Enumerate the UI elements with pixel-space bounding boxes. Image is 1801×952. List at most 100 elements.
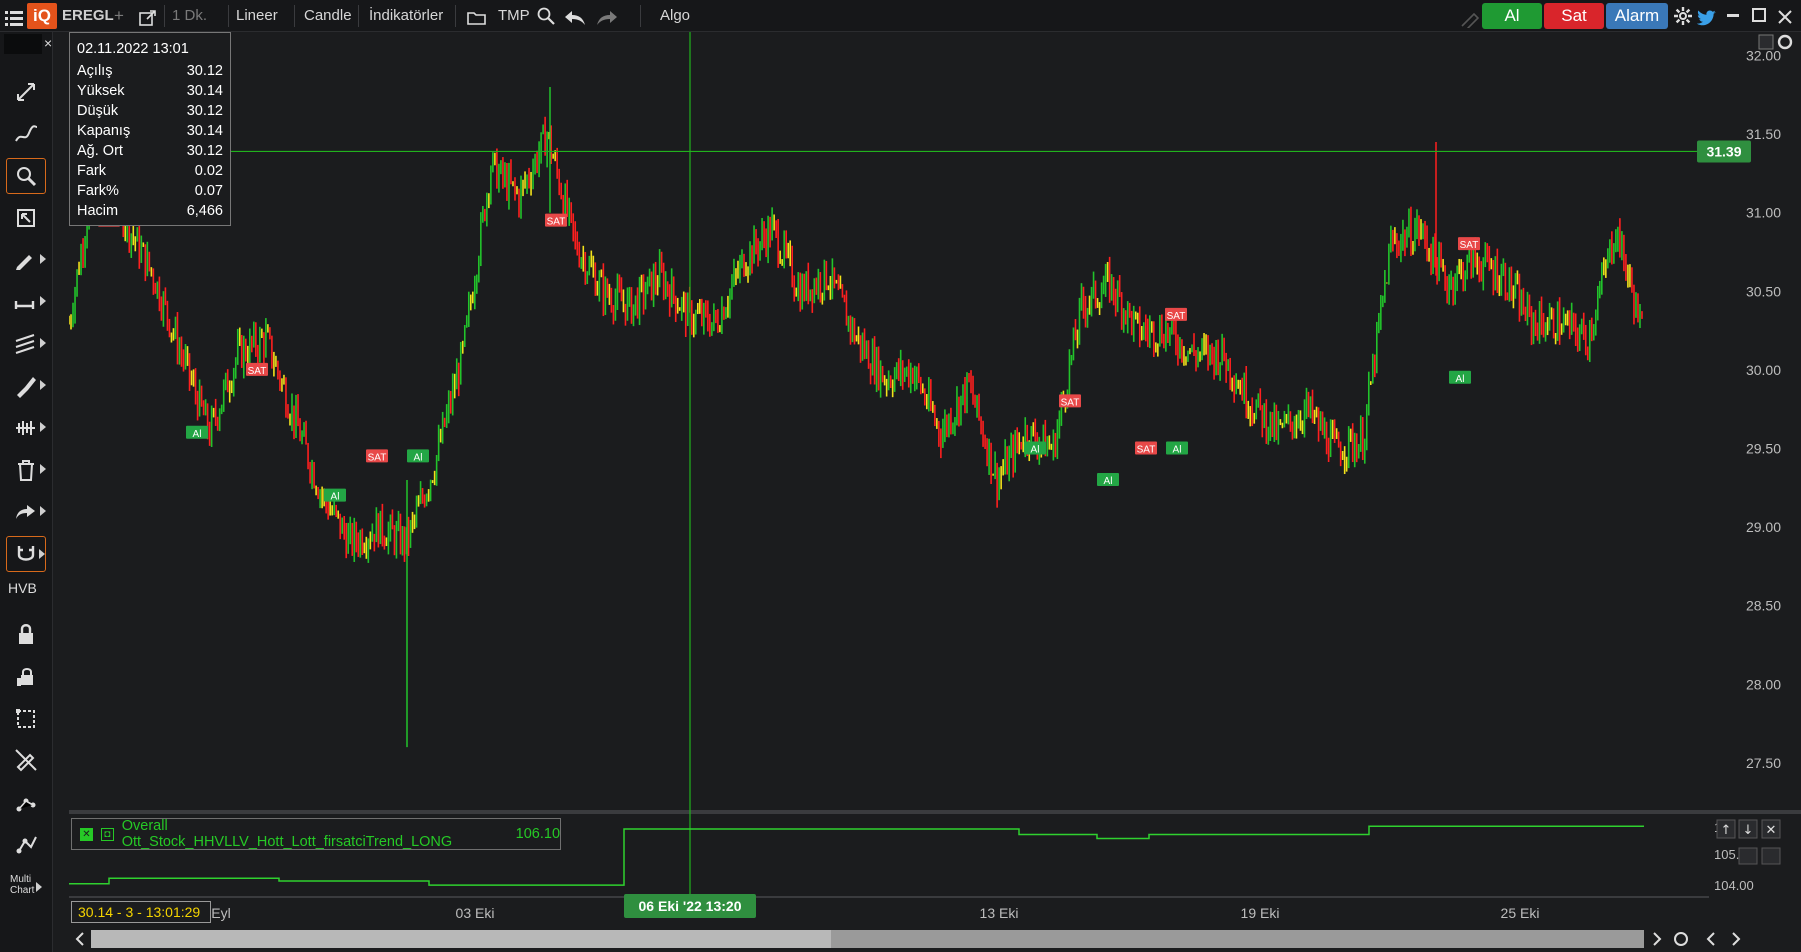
- indicator-axis-label: 104.00: [1714, 878, 1754, 893]
- hide-drawings-icon[interactable]: [6, 742, 46, 778]
- price-axis-label: 32.00: [1746, 48, 1781, 64]
- price-axis-label: 31.00: [1746, 205, 1781, 221]
- ohlc-info-panel: 02.11.2022 13:01 Açılış 30.12 Yüksek 30.14 D…: [69, 32, 231, 226]
- toolbar-search-box[interactable]: [4, 34, 42, 54]
- price-axis-label: 27.50: [1746, 755, 1781, 771]
- panel-button-glyph: ↑: [1721, 823, 1732, 838]
- indicator-settings-icon[interactable]: ◘: [100, 827, 114, 841]
- info-row: Kapanış 30.14: [77, 121, 223, 141]
- external-link-icon[interactable]: [139, 7, 157, 26]
- price-axis-label: 31.50: [1746, 126, 1781, 142]
- scale-select[interactable]: Lineer: [236, 0, 278, 32]
- signal-text: SAT: [1061, 397, 1080, 408]
- price-axis-label: 28.50: [1746, 598, 1781, 614]
- panel-window-icon: [1761, 847, 1781, 865]
- close-window-icon[interactable]: [1776, 6, 1794, 24]
- info-row-label: Fark: [77, 163, 106, 179]
- info-row-value: 6,466: [186, 203, 223, 219]
- folder-icon[interactable]: [467, 7, 487, 25]
- sell-signal-label: SAT: [1458, 237, 1480, 251]
- timeframe-select[interactable]: 1 Dk.: [172, 0, 207, 32]
- redo-icon[interactable]: [595, 7, 619, 25]
- arrow-down-icon[interactable]: ↓: [1738, 819, 1758, 839]
- symbol-label[interactable]: EREGL: [62, 0, 114, 32]
- info-row: Düşük 30.12: [77, 101, 223, 121]
- crosshair-price-label: 31.39: [1706, 143, 1741, 159]
- settings-gear-icon[interactable]: [1673, 6, 1693, 26]
- multi-chart-button[interactable]: Multi Chart: [10, 874, 34, 896]
- info-row-value: 30.14: [186, 83, 223, 99]
- sell-button[interactable]: Sat: [1544, 3, 1604, 29]
- indicator-remove-icon[interactable]: ✕: [80, 827, 93, 841]
- trash-icon[interactable]: [6, 452, 46, 488]
- zoom-icon[interactable]: [536, 6, 556, 26]
- price-axis-label: 30.00: [1746, 362, 1781, 378]
- info-row: Ağ. Ort 30.12: [77, 141, 223, 161]
- magnet-icon[interactable]: [6, 536, 46, 572]
- share-icon[interactable]: [6, 494, 46, 530]
- resize-icon[interactable]: [6, 200, 46, 236]
- close-toolbar-button[interactable]: ×: [44, 32, 54, 54]
- price-axis-label: 30.50: [1746, 283, 1781, 299]
- channel-icon[interactable]: [6, 326, 46, 362]
- pattern-tool-icon[interactable]: [6, 826, 46, 862]
- indicator-name: Overall Ott_Stock_HHVLLV_Hott_Lott_firsa…: [121, 818, 453, 850]
- buy-signal-label: Al: [1166, 441, 1188, 456]
- signal-text: Al: [1173, 445, 1182, 456]
- time-axis-label: Eyl: [211, 905, 230, 921]
- horizontal-line-icon[interactable]: [6, 284, 46, 320]
- lock-drawings-icon[interactable]: [6, 658, 46, 694]
- undo-icon[interactable]: [563, 7, 587, 25]
- twitter-icon[interactable]: [1696, 7, 1717, 26]
- trend-line-icon[interactable]: [6, 116, 46, 152]
- multi-chart-label-1: Multi: [10, 874, 32, 885]
- panel-layout-icon: [1738, 847, 1758, 865]
- zoom-tool-icon[interactable]: [6, 158, 46, 194]
- info-row: Fark 0.02: [77, 161, 223, 181]
- pen-tool-icon[interactable]: [6, 242, 46, 278]
- sell-signal-label: SAT: [246, 362, 268, 377]
- add-symbol-button[interactable]: +: [114, 0, 124, 32]
- price-axis-label: 28.00: [1746, 676, 1781, 692]
- signal-text: Al: [1456, 374, 1465, 385]
- indicators-button[interactable]: İndikatörler: [369, 0, 443, 32]
- maximize-icon[interactable]: [1752, 8, 1766, 22]
- cursor-readout: 30.14 - 3 - 13:01:29: [71, 901, 211, 923]
- lock-icon[interactable]: [6, 616, 46, 652]
- signal-text: SAT: [1137, 445, 1156, 456]
- measure-icon[interactable]: [6, 410, 46, 446]
- draw-icon[interactable]: [1460, 8, 1480, 31]
- signal-text: SAT: [368, 452, 387, 463]
- signal-text: SAT: [547, 217, 566, 228]
- price-chart[interactable]: 32.00 31.50 31.00 30.50 30.00 29.50 29.00 28.50…: [69, 32, 1801, 952]
- select-area-icon[interactable]: [6, 700, 46, 736]
- close-panel-icon[interactable]: ✕: [1761, 819, 1781, 839]
- alarm-button[interactable]: Alarm: [1606, 3, 1668, 29]
- info-row: Hacim 6,466: [77, 201, 223, 221]
- signal-text: Al: [331, 492, 340, 503]
- indicator-legend[interactable]: ✕ ◘ Overall Ott_Stock_HHVLLV_Hott_Lott_f…: [71, 818, 561, 850]
- path-tool-icon[interactable]: [6, 784, 46, 820]
- signal-text: Al: [193, 429, 202, 440]
- sell-signal-label: SAT: [366, 449, 388, 463]
- menu-icon[interactable]: [5, 7, 23, 26]
- buy-button[interactable]: Al: [1482, 3, 1542, 29]
- chart-type-select[interactable]: Candle: [304, 0, 352, 32]
- info-row-label: Kapanış: [77, 123, 131, 139]
- time-axis-label: 13 Eki: [980, 905, 1019, 921]
- time-axis-label: 03 Eki: [456, 905, 495, 921]
- arrow-up-icon[interactable]: ↑: [1716, 819, 1736, 839]
- template-button[interactable]: TMP: [498, 0, 530, 32]
- crosshair-date-label: 06 Eki '22 13:20: [639, 898, 742, 914]
- price-axis-label: 29.00: [1746, 519, 1781, 535]
- fullscreen-icon[interactable]: [6, 74, 46, 110]
- multi-chart-label-2: Chart: [10, 885, 35, 896]
- panel-divider: [69, 810, 1801, 814]
- brush-icon[interactable]: [6, 368, 46, 404]
- hvb-label[interactable]: HVB: [8, 580, 37, 596]
- buy-signal-label: Al: [324, 488, 346, 503]
- info-row-value: 30.14: [186, 123, 223, 139]
- sell-signal-label: SAT: [545, 213, 567, 228]
- algo-button[interactable]: Algo: [660, 0, 690, 32]
- minimize-icon[interactable]: [1727, 14, 1739, 17]
